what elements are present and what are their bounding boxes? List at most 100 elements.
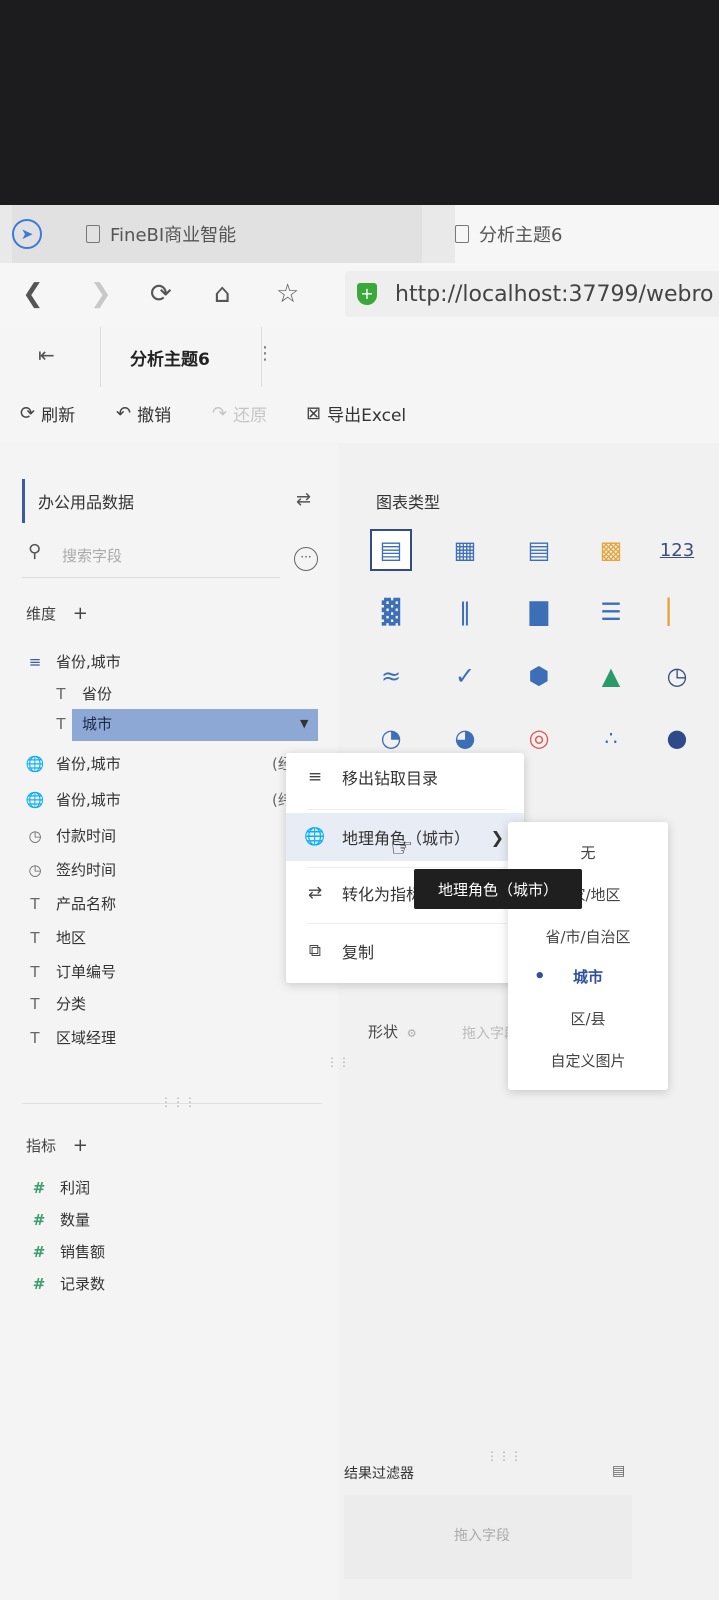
- drill-child-item-selected[interactable]: T 城市: [50, 713, 112, 734]
- field-item[interactable]: ◷ 付款时间: [24, 825, 116, 846]
- cross-table-icon[interactable]: ▦: [444, 529, 486, 571]
- drill-group-label: 省份,城市: [56, 653, 121, 671]
- reload-icon[interactable]: ⟳: [150, 277, 172, 311]
- url-text: http://localhost:37799/webro: [395, 281, 714, 307]
- field-item[interactable]: T 分类: [24, 993, 86, 1014]
- field-item[interactable]: 🌐 省份,城市 (纬: [24, 789, 293, 810]
- export-excel-button[interactable]: ⊠ 导出Excel: [306, 401, 406, 426]
- kpi-grid-icon[interactable]: ▩: [590, 529, 632, 571]
- area-chart-icon[interactable]: ▲: [590, 655, 632, 697]
- gauge-chart-icon[interactable]: ◷: [656, 655, 698, 697]
- submenu-label: 无: [580, 843, 596, 862]
- search-input[interactable]: ⚲ 搜索字段: [22, 537, 280, 578]
- undo-button[interactable]: ↶ 撤销: [116, 401, 171, 426]
- waterfall-chart-icon[interactable]: ▏: [656, 591, 698, 633]
- submenu-item-custom-image[interactable]: 自定义图片: [508, 1040, 668, 1080]
- dataset-name[interactable]: 办公用品数据: [38, 489, 134, 513]
- submenu-item-city[interactable]: • 城市: [508, 956, 668, 996]
- scatter-chart-icon[interactable]: ∴: [590, 717, 632, 759]
- bookmark-star-icon[interactable]: ☆: [276, 277, 299, 311]
- measure-item[interactable]: # 利润: [28, 1177, 90, 1198]
- wave-chart-icon[interactable]: ≈: [370, 655, 412, 697]
- submenu-item-province[interactable]: 省/市/自治区: [508, 916, 668, 956]
- more-options-icon[interactable]: ···: [294, 547, 318, 571]
- add-dimension-icon[interactable]: +: [73, 603, 88, 624]
- resize-handle-icon[interactable]: ⋮⋮⋮: [160, 1095, 196, 1109]
- chart-type-label: 图表类型: [376, 493, 441, 512]
- clock-icon: ◷: [28, 826, 42, 845]
- resize-handle-icon[interactable]: ⋮⋮: [326, 1055, 350, 1069]
- exit-icon[interactable]: ⇤: [38, 343, 55, 367]
- browser-tab-finebi[interactable]: ➤ FineBI商业智能: [12, 205, 422, 263]
- chevron-right-icon: ❯: [490, 827, 504, 847]
- detail-table-icon[interactable]: ▤: [518, 529, 560, 571]
- filter-drop-zone[interactable]: 拖入字段: [344, 1495, 632, 1579]
- menu-item-remove-drill[interactable]: ≡ 移出钻取目录: [286, 753, 524, 801]
- text-icon: T: [30, 928, 40, 947]
- drill-group-item[interactable]: ≡ 省份,城市: [24, 651, 121, 672]
- browser-tab-analysis[interactable]: 分析主题6: [455, 205, 719, 263]
- add-measure-icon[interactable]: +: [73, 1135, 88, 1156]
- field-label: 省份,城市: [56, 791, 121, 809]
- refresh-button[interactable]: ⟳ 刷新: [20, 401, 75, 426]
- field-item[interactable]: T 地区: [24, 927, 86, 948]
- field-panel: 办公用品数据 ⇄ ⚲ 搜索字段 ··· 维度 + ≡ 省份,城市 T 省份 T …: [0, 443, 339, 1600]
- settings-icon[interactable]: ⚙: [407, 1027, 417, 1040]
- field-item[interactable]: T 订单编号: [24, 961, 116, 982]
- text-icon: T: [30, 962, 40, 981]
- hand-cursor-icon: ☞: [390, 833, 414, 863]
- drill-child-item[interactable]: T 省份: [50, 683, 112, 704]
- home-icon[interactable]: ⌂: [214, 277, 231, 311]
- secure-shield-icon: +: [357, 283, 377, 305]
- bubble-chart-icon[interactable]: ●: [656, 717, 698, 759]
- lock-icon[interactable]: ▤: [612, 1463, 625, 1479]
- column-chart-icon[interactable]: ‖: [444, 591, 486, 633]
- grouped-bar-icon[interactable]: ▓: [370, 591, 412, 633]
- excel-icon: ⊠: [306, 403, 322, 424]
- line-chart-icon[interactable]: ✓: [444, 655, 486, 697]
- text-icon: T: [30, 994, 40, 1013]
- dimension-label: 维度: [26, 605, 57, 623]
- switch-dataset-icon[interactable]: ⇄: [296, 489, 311, 510]
- measure-item[interactable]: # 数量: [28, 1209, 90, 1230]
- measure-item[interactable]: # 记录数: [28, 1273, 105, 1294]
- radar-chart-icon[interactable]: ⬢: [518, 655, 560, 697]
- horizontal-bar-icon[interactable]: ☰: [590, 591, 632, 633]
- selected-dot-icon: •: [534, 965, 546, 987]
- forward-icon[interactable]: ❯: [90, 277, 112, 311]
- app-header: ⇤ 分析主题6 ⋮: [0, 327, 719, 388]
- field-label: 付款时间: [56, 827, 117, 845]
- table-chart-icon[interactable]: ▤: [370, 529, 412, 571]
- field-label: 签约时间: [56, 861, 117, 879]
- menu-label: 移出钻取目录: [342, 769, 439, 788]
- document-icon: [455, 225, 469, 243]
- number-card-icon[interactable]: 123: [656, 529, 698, 571]
- target-chart-icon[interactable]: ◎: [518, 717, 560, 759]
- menu-item-copy[interactable]: ⧉ 复制: [286, 927, 524, 975]
- field-item[interactable]: T 产品名称: [24, 893, 116, 914]
- drill-tree-icon: ≡: [307, 767, 323, 787]
- tooltip: 地理角色（城市）: [414, 869, 582, 909]
- bar-chart-icon[interactable]: ▇: [518, 591, 560, 633]
- field-label: 省份: [82, 685, 113, 703]
- menu-label: 转化为指标: [342, 885, 423, 904]
- refresh-icon: ⟳: [20, 403, 36, 424]
- field-item[interactable]: ◷ 签约时间: [24, 859, 116, 880]
- field-dropdown-icon[interactable]: ▼: [300, 717, 308, 730]
- back-icon[interactable]: ❮: [22, 277, 44, 311]
- field-item[interactable]: T 区域经理: [24, 1027, 116, 1048]
- number-icon: #: [32, 1274, 46, 1293]
- measure-item[interactable]: # 销售额: [28, 1241, 105, 1262]
- undo-label: 撤销: [137, 406, 172, 426]
- shape-section: 形状 ⚙: [368, 1021, 417, 1042]
- field-label: 地区: [56, 929, 87, 947]
- redo-button[interactable]: ↷ 还原: [212, 401, 267, 426]
- submenu-item-none[interactable]: 无: [508, 832, 668, 872]
- field-item[interactable]: 🌐 省份,城市 (经: [24, 753, 293, 774]
- filter-drop-hint: 拖入字段: [454, 1528, 510, 1544]
- more-vertical-icon[interactable]: ⋮: [256, 343, 274, 364]
- address-bar[interactable]: + http://localhost:37799/webro: [345, 271, 719, 317]
- measure-field-label: 数量: [60, 1211, 91, 1229]
- submenu-item-district[interactable]: 区/县: [508, 998, 668, 1038]
- browser-tab-bar: ➤ FineBI商业智能 分析主题6: [0, 205, 719, 263]
